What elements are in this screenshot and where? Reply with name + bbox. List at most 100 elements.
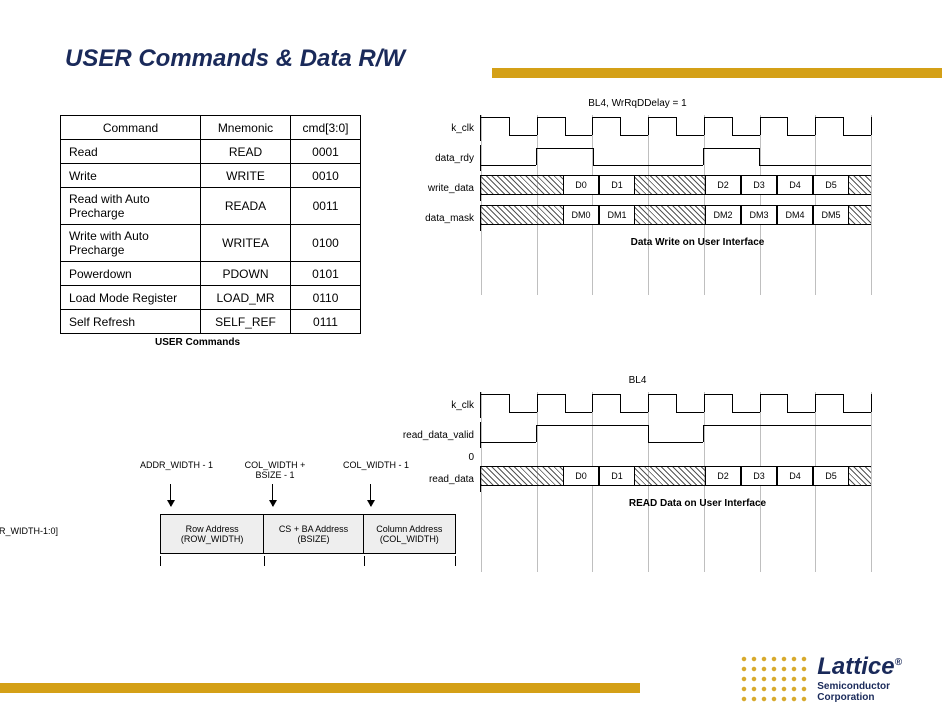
signal-label: k_clk: [400, 123, 480, 134]
cell-command: Read with Auto Precharge: [61, 188, 201, 225]
table-header-row: Command Mnemonic cmd[3:0]: [61, 116, 361, 140]
bus-cell: D1: [599, 466, 635, 486]
cell-code: 0110: [291, 286, 361, 310]
cell-code: 0010: [291, 164, 361, 188]
decor-bar-top: [492, 68, 942, 78]
signal-row-read-data-valid: read_data_valid: [400, 420, 875, 450]
cell-mnemonic: READ: [201, 140, 291, 164]
cell-command: Load Mode Register: [61, 286, 201, 310]
cell-command: Read: [61, 140, 201, 164]
signal-label: data_mask: [400, 213, 480, 224]
read-timing-title: BL4: [400, 375, 875, 386]
waveform-read-data: D0D1 D2D3D4D5: [480, 466, 875, 492]
addr-cell-row: Row Address (ROW_WIDTH): [161, 515, 264, 553]
cell-mnemonic: LOAD_MR: [201, 286, 291, 310]
bus-cell: D2: [705, 466, 741, 486]
bus-cell: D4: [777, 175, 813, 195]
addr-cell-line1: Column Address: [376, 524, 442, 534]
table-row: Self RefreshSELF_REF0111: [61, 310, 361, 334]
signal-label: write_data: [400, 183, 480, 194]
bus-cell: DM0: [563, 205, 599, 225]
signal-row-write-data: write_data D0D1 D2D3D4D5: [400, 173, 875, 203]
bus-cell: D5: [813, 466, 849, 486]
addr-label-1: COL_WIDTH + BSIZE - 1: [240, 460, 310, 480]
bus-cell: DM4: [777, 205, 813, 225]
addr-label-2: COL_WIDTH - 1: [343, 460, 409, 470]
signal-label: read_data_valid: [400, 430, 480, 441]
cell-code: 0111: [291, 310, 361, 334]
cell-code: 0101: [291, 262, 361, 286]
write-timing-diagram: BL4, WrRqDDelay = 1 k_clk data_rdy write…: [400, 98, 875, 248]
table-row: ReadREAD0001: [61, 140, 361, 164]
lattice-logo: Lattice® Semiconductor Corporation: [739, 653, 902, 703]
cell-command: Self Refresh: [61, 310, 201, 334]
cell-mnemonic: WRITEA: [201, 225, 291, 262]
bus-cell: D0: [563, 466, 599, 486]
bus-cell: D1: [599, 175, 635, 195]
col-mnemonic: Mnemonic: [201, 116, 291, 140]
cell-mnemonic: PDOWN: [201, 262, 291, 286]
waveform-write-data: D0D1 D2D3D4D5: [480, 175, 875, 201]
signal-row-kclk2: k_clk: [400, 390, 875, 420]
table-row: Load Mode RegisterLOAD_MR0110: [61, 286, 361, 310]
registered-mark-icon: ®: [895, 657, 902, 668]
signal-row-data-rdy: data_rdy: [400, 143, 875, 173]
waveform-read-data-valid: [480, 422, 875, 448]
bus-cell: D0: [563, 175, 599, 195]
table-row: Read with Auto PrechargeREADA0011: [61, 188, 361, 225]
cell-code: 0011: [291, 188, 361, 225]
cell-code: 0100: [291, 225, 361, 262]
cell-mnemonic: READA: [201, 188, 291, 225]
bus-cell: DM5: [813, 205, 849, 225]
addr-left-label: addr[ADDR_WIDTH-1:0]: [0, 526, 58, 536]
addr-cell-line2: (COL_WIDTH): [380, 534, 439, 544]
table-row: Write with Auto PrechargeWRITEA0100: [61, 225, 361, 262]
addr-cell-line1: Row Address: [186, 524, 239, 534]
address-format-diagram: ADDR_WIDTH - 1 COL_WIDTH + BSIZE - 1 COL…: [60, 460, 430, 568]
page-title: USER Commands & Data R/W: [65, 45, 405, 73]
read-timing-diagram: BL4 k_clk read_data_valid 0 read_data D0…: [400, 375, 875, 509]
logo-dot-grid-icon: [739, 654, 809, 702]
logo-sub1: Semiconductor: [817, 681, 902, 692]
waveform-kclk2: [480, 392, 875, 418]
cell-mnemonic: SELF_REF: [201, 310, 291, 334]
waveform-data-rdy: [480, 145, 875, 171]
read-timing-caption: READ Data on User Interface: [520, 498, 875, 509]
waveform-data-mask: DM0DM1DM2DM3DM4DM5: [480, 205, 875, 231]
addr-cell-col: Column Address (COL_WIDTH): [364, 515, 455, 553]
bus-cell: D2: [705, 175, 741, 195]
signal-row-zero: 0: [400, 450, 875, 464]
col-command: Command: [61, 116, 201, 140]
write-timing-title: BL4, WrRqDDelay = 1: [400, 98, 875, 109]
signal-label: k_clk: [400, 400, 480, 411]
col-cmd-bits: cmd[3:0]: [291, 116, 361, 140]
bus-cell: D5: [813, 175, 849, 195]
addr-cell-line1: CS + BA Address: [279, 524, 348, 534]
logo-brand-text: Lattice: [817, 653, 894, 680]
user-commands-table: Command Mnemonic cmd[3:0] ReadREAD0001Wr…: [60, 115, 361, 334]
cell-code: 0001: [291, 140, 361, 164]
commands-caption: USER Commands: [155, 337, 240, 348]
bus-cell: D3: [741, 175, 777, 195]
addr-cell-line2: (BSIZE): [297, 534, 329, 544]
addr-cell-csba: CS + BA Address (BSIZE): [264, 515, 363, 553]
cell-command: Powerdown: [61, 262, 201, 286]
bus-cell: DM1: [599, 205, 635, 225]
signal-row-data-mask: data_mask DM0DM1DM2DM3DM4DM5: [400, 203, 875, 233]
signal-row-kclk: k_clk: [400, 113, 875, 143]
cell-command: Write: [61, 164, 201, 188]
bus-cell: D4: [777, 466, 813, 486]
write-timing-caption: Data Write on User Interface: [520, 237, 875, 248]
addr-label-0: ADDR_WIDTH - 1: [140, 460, 213, 470]
signal-label: data_rdy: [400, 153, 480, 164]
cell-command: Write with Auto Precharge: [61, 225, 201, 262]
table-row: WriteWRITE0010: [61, 164, 361, 188]
table-row: PowerdownPDOWN0101: [61, 262, 361, 286]
decor-bar-bottom: [0, 683, 640, 693]
cell-mnemonic: WRITE: [201, 164, 291, 188]
bus-cell: DM2: [705, 205, 741, 225]
bus-cell: D3: [741, 466, 777, 486]
logo-sub2: Corporation: [817, 692, 902, 703]
signal-row-read-data: read_data D0D1D2D3D4D5: [400, 464, 875, 494]
waveform-kclk: [480, 115, 875, 141]
